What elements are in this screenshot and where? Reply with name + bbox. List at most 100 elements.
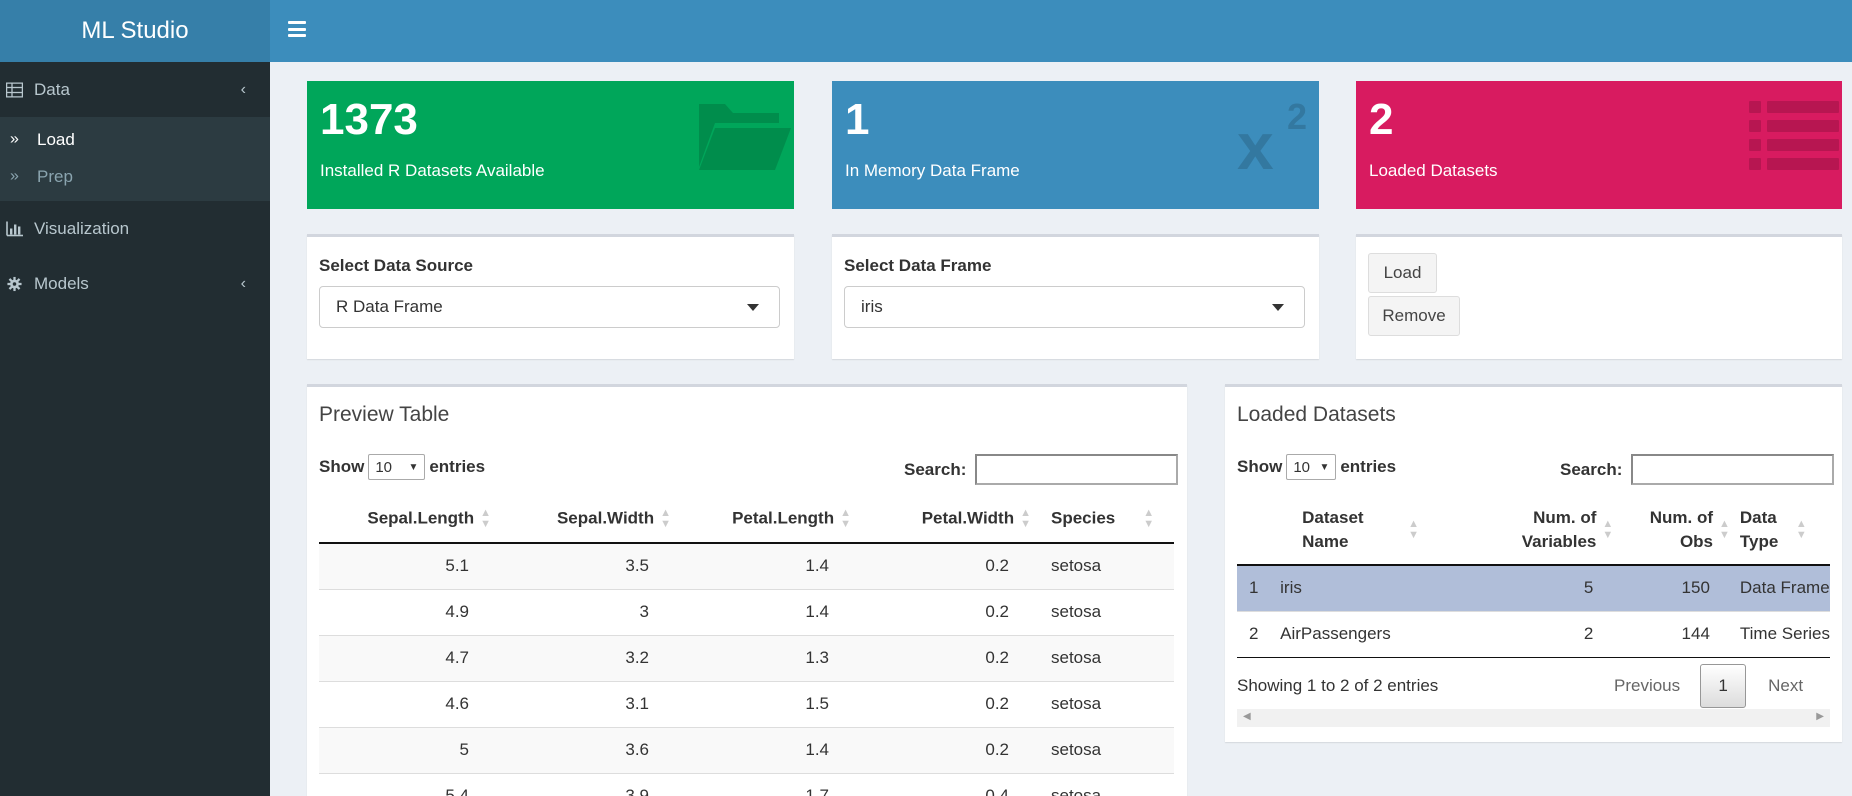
- info-box-loaded-datasets: 2 Loaded Datasets: [1356, 81, 1842, 209]
- table-cell: 150: [1681, 578, 1710, 598]
- table-row[interactable]: 5.4 3.9 1.7 0.4 setosa: [319, 773, 1174, 796]
- table-row[interactable]: 1 iris 5 150 Data Frame: [1237, 565, 1830, 611]
- table-cell: 3.6: [625, 740, 649, 759]
- load-button[interactable]: Load: [1368, 253, 1437, 293]
- info-box-text: Loaded Datasets: [1369, 161, 1498, 180]
- pagination: Previous 1 Next: [1614, 664, 1803, 708]
- preview-search-control: Search:: [904, 454, 1179, 485]
- table-cell: 5.4: [445, 786, 469, 796]
- table-row[interactable]: 4.9 3 1.4 0.2 setosa: [319, 589, 1174, 635]
- data-source-value: R Data Frame: [336, 297, 443, 316]
- table-cell: setosa: [1051, 694, 1102, 713]
- table-cell: 2: [1249, 624, 1259, 643]
- chevron-left-icon: ‹: [240, 274, 246, 292]
- table-cell: 0.2: [985, 556, 1009, 576]
- table-cell: 1.4: [805, 602, 829, 621]
- top-navbar: [270, 0, 1852, 62]
- table-cell: AirPassengers: [1280, 624, 1391, 643]
- search-label: Search:: [1560, 459, 1623, 479]
- search-input[interactable]: [1631, 454, 1835, 485]
- sort-icon: ▲ ▼: [840, 506, 851, 530]
- table-cell: 1.5: [805, 694, 829, 713]
- page-length-select[interactable]: 10 ▼: [1286, 454, 1337, 480]
- column-header[interactable]: Petal.Length ▲ ▼: [679, 495, 859, 544]
- column-header[interactable]: [1237, 495, 1281, 566]
- app-logo[interactable]: ML Studio: [0, 0, 270, 62]
- column-header[interactable]: Petal.Width ▲ ▼: [859, 495, 1039, 544]
- table-cell: 5: [1583, 578, 1594, 598]
- column-header[interactable]: Sepal.Width ▲ ▼: [499, 495, 679, 544]
- search-input[interactable]: [975, 454, 1179, 485]
- table-cell: 1.3: [805, 648, 829, 667]
- sidebar-subitem-load[interactable]: » Load: [0, 121, 270, 158]
- scroll-right-icon[interactable]: ▶: [1816, 711, 1824, 722]
- sidebar-item-visualization[interactable]: Visualization: [0, 201, 270, 256]
- table-cell: 0.2: [985, 694, 1009, 713]
- sidebar-subitem-prep[interactable]: » Prep: [0, 158, 270, 195]
- remove-button[interactable]: Remove: [1368, 296, 1460, 336]
- info-box-number: 1: [845, 95, 870, 144]
- table-cell: 144: [1681, 624, 1710, 643]
- table-cell: 0.2: [985, 602, 1009, 621]
- double-chevron-right-icon: »: [10, 167, 19, 185]
- table-cell: setosa: [1051, 556, 1102, 576]
- loaded-length-control: Show 10 ▼ entries: [1237, 454, 1396, 480]
- chevron-down-icon: [1272, 304, 1284, 311]
- table-cell: setosa: [1051, 648, 1102, 667]
- table-info: Showing 1 to 2 of 2 entries: [1237, 676, 1439, 695]
- table-row[interactable]: 2 AirPassengers 2 144 Time Series: [1237, 611, 1830, 657]
- column-header[interactable]: Num. of Variables▲ ▼: [1455, 495, 1616, 566]
- svg-text:x: x: [1237, 109, 1274, 171]
- sidebar-toggle-icon[interactable]: [288, 21, 306, 37]
- column-header[interactable]: Num. of Obs▲ ▼: [1615, 495, 1732, 566]
- table-cell: 1: [1249, 578, 1259, 598]
- list-icon: [1749, 101, 1839, 170]
- column-header[interactable]: Sepal.Length ▲ ▼: [319, 495, 499, 544]
- previous-page-button[interactable]: Previous: [1614, 676, 1680, 696]
- table-cell: 4.6: [445, 694, 469, 713]
- sidebar-item-label: Visualization: [34, 218, 130, 238]
- superscript-icon: x 2: [1237, 99, 1307, 171]
- table-cell: 3.2: [625, 648, 649, 667]
- horizontal-scrollbar[interactable]: ◀ ▶: [1237, 709, 1830, 727]
- column-header[interactable]: Dataset Name▲ ▼: [1280, 495, 1456, 566]
- bar-chart-icon: [6, 221, 23, 236]
- data-source-select[interactable]: R Data Frame: [319, 286, 780, 328]
- preview-table-box: Preview Table Show 10 ▼ entries Search: S…: [307, 384, 1187, 796]
- sidebar-item-models[interactable]: Models ‹: [0, 256, 270, 311]
- sidebar-item-label: Data: [34, 79, 70, 99]
- page-button-1[interactable]: 1: [1700, 664, 1747, 708]
- chevron-left-icon: ‹: [240, 80, 246, 98]
- table-row[interactable]: 4.7 3.2 1.3 0.2 setosa: [319, 635, 1174, 681]
- next-page-button[interactable]: Next: [1768, 676, 1803, 696]
- info-box-datasets-available: 1373 Installed R Datasets Available: [307, 81, 794, 209]
- scroll-left-icon[interactable]: ◀: [1243, 711, 1251, 722]
- table-icon: [6, 82, 23, 97]
- table-row[interactable]: 5 3.6 1.4 0.2 setosa: [319, 727, 1174, 773]
- table-cell: 0.4: [985, 786, 1009, 796]
- gear-icon: [7, 276, 22, 291]
- table-cell: 1.4: [805, 556, 829, 576]
- info-box-number: 2: [1369, 95, 1394, 144]
- sidebar-item-data[interactable]: Data ‹: [0, 62, 270, 117]
- page-length-select[interactable]: 10 ▼: [368, 454, 426, 480]
- table-cell: Time Series: [1739, 624, 1830, 643]
- column-header[interactable]: Species ▲ ▼: [1039, 495, 1174, 544]
- table-cell: 0.2: [985, 648, 1009, 667]
- sort-icon: ▲ ▼: [1020, 506, 1031, 530]
- show-label: Show: [1237, 457, 1283, 476]
- table-cell: 3.1: [625, 694, 649, 713]
- table-row[interactable]: 4.6 3.1 1.5 0.2 setosa: [319, 681, 1174, 727]
- data-frame-select[interactable]: iris: [844, 286, 1305, 328]
- sidebar-submenu-data: » Load » Prep: [0, 117, 270, 201]
- data-frame-value: iris: [861, 297, 883, 316]
- table-row[interactable]: 5.1 3.5 1.4 0.2 setosa: [319, 543, 1174, 589]
- table-cell: setosa: [1051, 740, 1102, 759]
- show-label: Show: [319, 457, 365, 476]
- column-header[interactable]: Data Type▲ ▼: [1731, 495, 1830, 566]
- data-source-box: Select Data Source R Data Frame: [307, 234, 794, 359]
- preview-table: Sepal.Length ▲ ▼ Sepal.Width ▲ ▼ Petal.Lengt…: [319, 495, 1174, 796]
- table-cell: setosa: [1051, 602, 1102, 621]
- info-box-text: In Memory Data Frame: [845, 161, 1020, 180]
- preview-table-title: Preview Table: [319, 403, 450, 426]
